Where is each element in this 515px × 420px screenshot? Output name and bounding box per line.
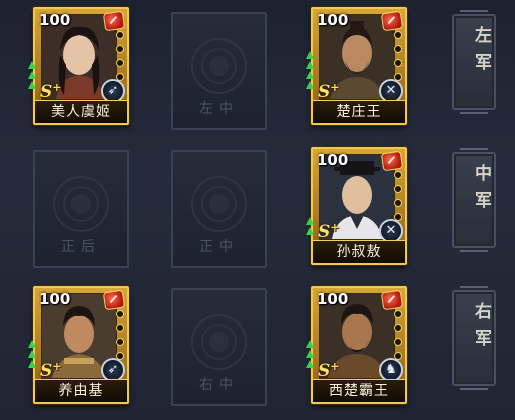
empty-slot-frame[interactable]: 左中 (171, 12, 267, 130)
slot-emblem-icon (191, 176, 247, 232)
hero-slot-r1c3[interactable]: 100 S+ ✕ 楚庄王 (306, 7, 407, 125)
hero-grade: S+ (318, 81, 340, 102)
hero-name: 楚庄王 (313, 100, 405, 123)
army-tab-left[interactable]: 左军 (452, 10, 496, 114)
hero-level: 100 (39, 11, 71, 29)
slot-emblem-icon (53, 176, 109, 232)
equip-gem-icon (380, 289, 404, 311)
army-tab-center[interactable]: 中军 (452, 148, 496, 252)
hero-grade: S+ (40, 81, 62, 102)
upgrade-arrows-icon (28, 61, 36, 89)
hero-level: 100 (317, 11, 349, 29)
hero-name: 养由基 (35, 379, 127, 402)
hero-level: 100 (317, 290, 349, 308)
hero-name: 孙叔敖 (313, 240, 405, 263)
army-label: 中军 (471, 164, 491, 218)
upgrade-arrows-icon (306, 340, 314, 368)
slot-label: 正中 (199, 239, 239, 255)
empty-slot-r2c1[interactable]: 正后 (33, 150, 129, 268)
hero-card[interactable]: 100 S+ ➶ 养由基 (28, 286, 129, 404)
hero-card[interactable]: 100 S+ ♞ 西楚霸王 (306, 286, 407, 404)
slot-emblem-icon (191, 314, 247, 370)
hero-level: 100 (317, 151, 349, 169)
army-tab-right[interactable]: 右军 (452, 286, 496, 390)
hero-grade: S+ (318, 360, 340, 381)
slot-label: 正后 (61, 239, 101, 255)
equip-gem-icon (102, 10, 126, 32)
hero-slot-r3c1[interactable]: 100 S+ ➶ 养由基 (28, 286, 129, 404)
hero-name: 西楚霸王 (313, 379, 405, 402)
upgrade-arrows-icon (28, 340, 36, 368)
hero-slot-r3c3[interactable]: 100 S+ ♞ 西楚霸王 (306, 286, 407, 404)
equip-gem-icon (380, 150, 404, 172)
slot-label: 左中 (199, 101, 239, 117)
empty-slot-frame[interactable]: 正中 (171, 150, 267, 268)
empty-slot-frame[interactable]: 正后 (33, 150, 129, 268)
hero-grade: S+ (40, 360, 62, 381)
empty-slot-r3c2[interactable]: 右中 (171, 288, 267, 406)
hero-card[interactable]: 100 S+ ✕ 楚庄王 (306, 7, 407, 125)
slot-emblem-icon (191, 38, 247, 94)
upgrade-arrows-icon (306, 217, 314, 235)
hero-level: 100 (39, 290, 71, 308)
hero-name: 美人虞姬 (35, 100, 127, 123)
upgrade-arrows-icon (306, 51, 314, 89)
hero-slot-r2c3[interactable]: 100 S+ ✕ 孙叔敖 (306, 147, 407, 265)
hero-grade: S+ (318, 221, 340, 242)
slot-label: 右中 (199, 377, 239, 393)
army-label: 右军 (471, 302, 491, 356)
hero-slot-r1c1[interactable]: 100 S+ ➶ 美人虞姬 (28, 7, 129, 125)
equip-gem-icon (102, 289, 126, 311)
hero-card[interactable]: 100 S+ ✕ 孙叔敖 (306, 147, 407, 265)
empty-slot-r1c2[interactable]: 左中 (171, 12, 267, 130)
equip-gem-icon (380, 10, 404, 32)
army-label: 左军 (471, 26, 491, 80)
hero-card[interactable]: 100 S+ ➶ 美人虞姬 (28, 7, 129, 125)
empty-slot-frame[interactable]: 右中 (171, 288, 267, 406)
empty-slot-r2c2[interactable]: 正中 (171, 150, 267, 268)
